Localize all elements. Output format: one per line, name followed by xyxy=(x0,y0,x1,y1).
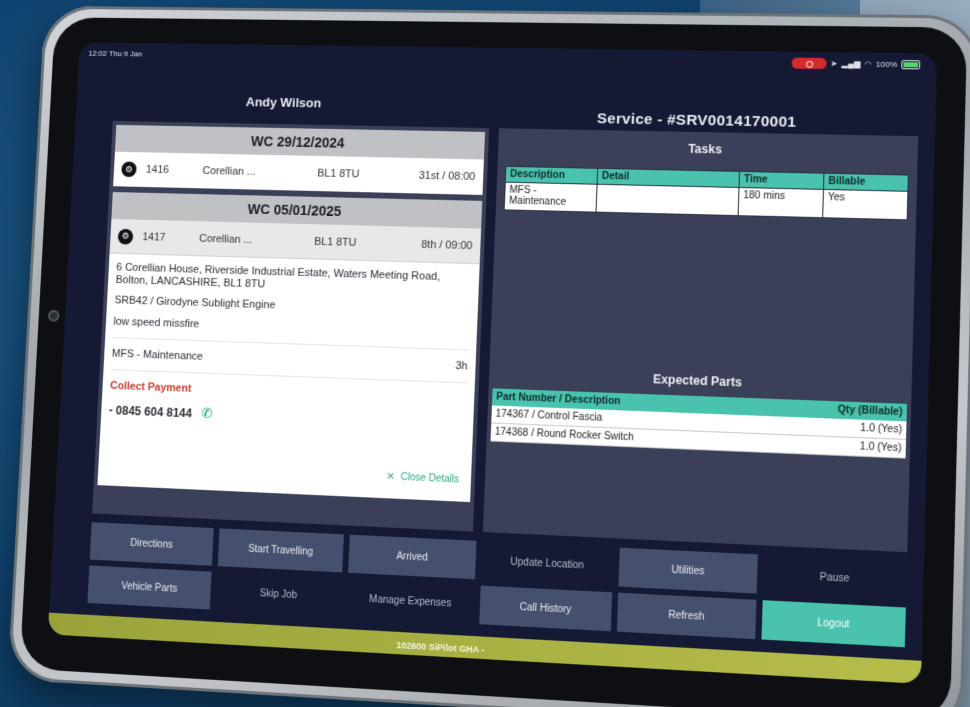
contact-phone[interactable]: - 0845 604 8144 ✆ xyxy=(108,401,465,432)
start-travelling-button[interactable]: Start Travelling xyxy=(217,528,344,573)
job-id: 1416 xyxy=(145,163,170,176)
status-time: 12:02 Thu 9 Jan xyxy=(88,49,143,59)
battery-percent: 100% xyxy=(875,59,898,70)
job-row[interactable]: ⚙ 1416 Corellian ... BL1 8TU 31st / 08:0… xyxy=(113,151,484,195)
task-detail xyxy=(596,184,740,216)
task-billable: Yes xyxy=(822,189,908,220)
job-time: 8th / 09:00 xyxy=(421,238,473,252)
job-type-icon: ⚙ xyxy=(117,228,134,245)
service-title: Service - #SRV0014170001 xyxy=(596,110,797,131)
phone-number[interactable]: - 0845 604 8144 xyxy=(109,403,193,420)
logout-button[interactable]: Logout xyxy=(761,600,906,648)
job-time: 31st / 08:00 xyxy=(418,169,476,183)
phone-icon[interactable]: ✆ xyxy=(201,405,213,422)
tasks-table: Description Detail Time Billable MFS - M… xyxy=(504,166,909,220)
battery-icon xyxy=(901,60,921,70)
close-icon: ✕ xyxy=(386,471,395,483)
vehicle-parts-button[interactable]: Vehicle Parts xyxy=(87,565,212,610)
tasks-title: Tasks xyxy=(687,141,723,157)
job-task-name: MFS - Maintenance xyxy=(111,347,204,363)
divider xyxy=(112,337,469,351)
job-address: 6 Corellian House, Riverside Industrial … xyxy=(115,261,441,291)
update-location-button[interactable]: Update Location xyxy=(480,541,614,587)
location-icon: ➤ xyxy=(830,59,838,69)
job-details: 6 Corellian House, Riverside Industrial … xyxy=(97,253,480,503)
job-asset: SRB42 / Girodyne Sublight Engine xyxy=(114,294,276,312)
pause-button[interactable]: Pause xyxy=(762,554,908,602)
tablet-device: 12:02 Thu 9 Jan ➤ ▂▄▆ ◠ 100% Andy Wilson… xyxy=(7,5,970,707)
directions-button[interactable]: Directions xyxy=(89,522,214,566)
close-details-label: Close Details xyxy=(400,471,460,486)
task-description: MFS - Maintenance xyxy=(504,182,598,213)
parts-table: Part Number / Description Qty (Billable)… xyxy=(490,388,907,459)
column-header: Time xyxy=(739,171,824,190)
technician-name: Andy Wilson xyxy=(245,94,322,111)
job-type-icon: ⚙ xyxy=(121,161,137,178)
job-id: 1417 xyxy=(142,230,166,244)
refresh-button[interactable]: Refresh xyxy=(616,592,757,640)
job-site: Corellian ... xyxy=(202,165,256,178)
app-screen: 12:02 Thu 9 Jan ➤ ▂▄▆ ◠ 100% Andy Wilson… xyxy=(47,42,938,684)
call-history-button[interactable]: Call History xyxy=(479,585,613,632)
collect-payment-label: Collect Payment xyxy=(109,379,192,395)
service-panel: Tasks Description Detail Time Billable M… xyxy=(482,128,919,553)
wifi-icon: ◠ xyxy=(864,59,872,69)
job-postcode: BL1 8TU xyxy=(317,167,360,181)
utilities-button[interactable]: Utilities xyxy=(618,547,758,594)
signal-icon: ▂▄▆ xyxy=(841,59,861,69)
job-site: Corellian ... xyxy=(198,232,253,246)
close-details-button[interactable]: ✕ Close Details xyxy=(386,471,459,485)
arrived-button[interactable]: Arrived xyxy=(348,534,477,580)
screen-record-icon xyxy=(791,57,827,70)
job-task-duration: 3h xyxy=(455,360,468,373)
job-postcode: BL1 8TU xyxy=(313,235,357,249)
task-time: 180 mins xyxy=(738,187,824,218)
job-fault: low speed missfire xyxy=(113,315,200,331)
job-list-panel[interactable]: WC 29/12/2024 ⚙ 1416 Corellian ... BL1 8… xyxy=(92,120,490,532)
manage-expenses-button[interactable]: Manage Expenses xyxy=(346,578,475,624)
column-header: Billable xyxy=(823,173,909,192)
skip-job-button[interactable]: Skip Job xyxy=(215,572,342,617)
status-indicators: ➤ ▂▄▆ ◠ 100% xyxy=(791,57,921,71)
job-task: MFS - Maintenance 3h xyxy=(112,348,468,373)
